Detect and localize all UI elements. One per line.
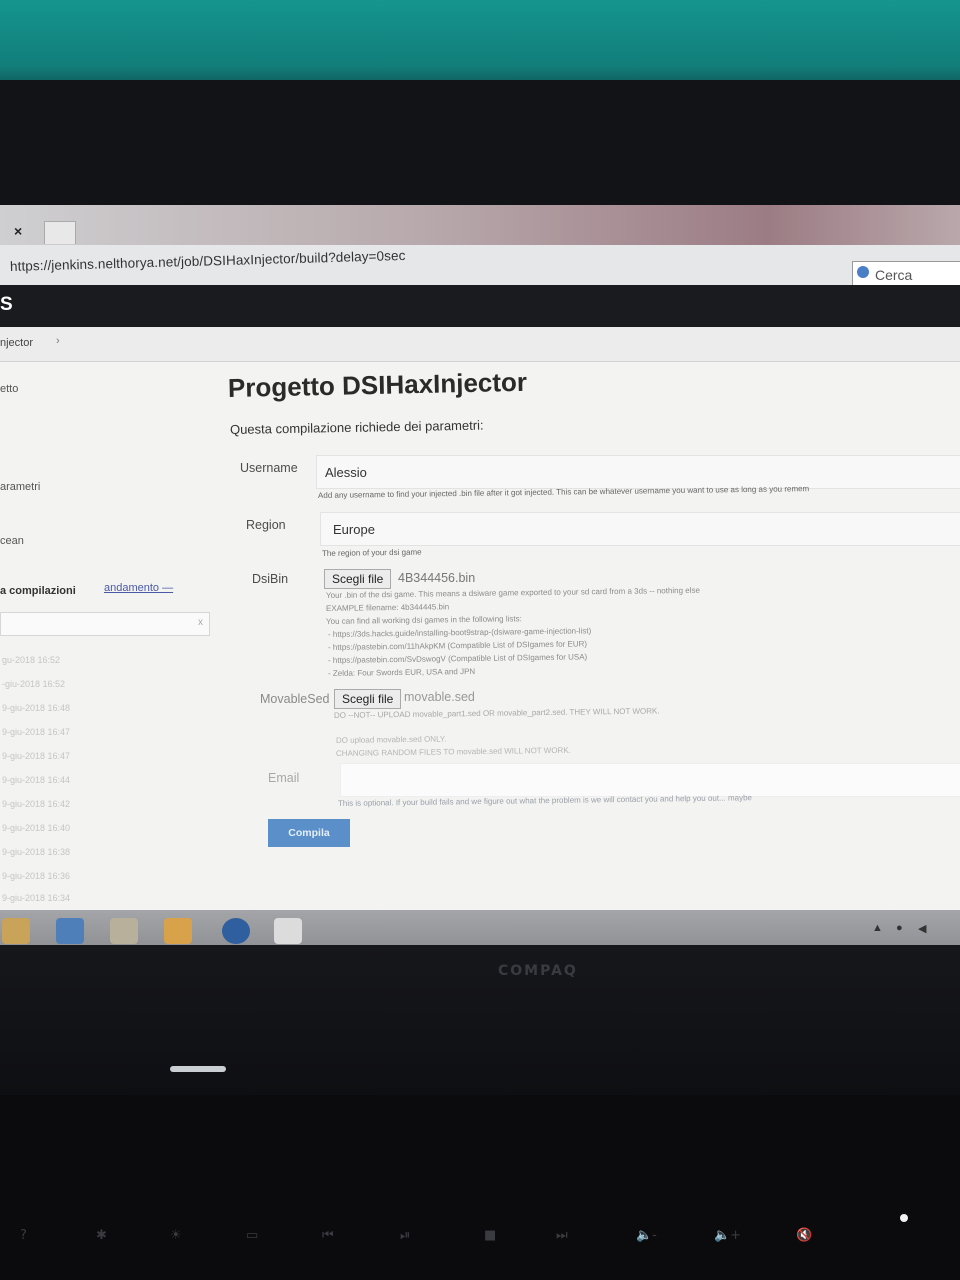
search-placeholder: Cerca (875, 267, 913, 283)
fn-key: ■ (484, 1228, 497, 1243)
dsibin-help-link[interactable]: - https://3ds.hacks.guide/installing-boo… (328, 626, 591, 639)
trend-link[interactable]: andamento — (104, 582, 173, 594)
url-text[interactable]: https://jenkins.nelthorya.net/job/DSIHax… (10, 248, 406, 274)
page-title: Progetto DSIHaxInjector (227, 366, 528, 403)
breadcrumb-arrow-icon[interactable]: › (56, 335, 60, 347)
username-field[interactable]: Alessio (316, 455, 960, 489)
dsibin-help-link[interactable]: - https://pastebin.com/11hAkpKM (Compati… (328, 639, 587, 652)
breadcrumb: njector › (0, 327, 960, 362)
build-history-title: a compilazioni (0, 585, 76, 597)
new-tab-button[interactable] (44, 221, 76, 244)
history-entry[interactable]: 9-giu-2018 16:40 (2, 823, 70, 833)
monitor-bezel-top (0, 80, 960, 220)
movablesed-help-line: CHANGING RANDOM FILES TO movable.sed WIL… (335, 745, 571, 758)
region-select[interactable]: Europe (320, 512, 960, 546)
fn-key: ☀ (170, 1228, 182, 1243)
monitor-bezel-bottom (0, 945, 960, 1095)
tray-antivirus-icon[interactable]: ● (896, 922, 903, 934)
breadcrumb-job[interactable]: njector (0, 337, 33, 349)
movablesed-choose-file-button[interactable]: Scegli file (334, 689, 402, 709)
fn-key: ⏮ (322, 1228, 334, 1243)
media-icon[interactable] (164, 918, 192, 944)
tab-strip: × (0, 205, 960, 245)
dsibin-help-line: EXAMPLE filename: 4b344445.bin (325, 602, 450, 613)
page-subtitle: Questa compilazione richiede dei paramet… (229, 417, 484, 437)
region-description: The region of your dsi game (321, 547, 422, 558)
history-entry[interactable]: 9-giu-2018 16:42 (2, 799, 70, 809)
dsibin-choose-file-button[interactable]: Scegli file (324, 569, 392, 589)
close-icon[interactable]: × (14, 223, 22, 239)
history-entry[interactable]: 9-giu-2018 16:44 (2, 775, 70, 785)
email-label: Email (268, 771, 300, 785)
keyboard-led (900, 1214, 908, 1222)
ie-icon[interactable] (56, 918, 84, 944)
dsibin-help-line: You can find all working dsi games in th… (325, 614, 522, 626)
fn-key: ✱ (96, 1228, 107, 1243)
history-entry[interactable]: gu-2018 16:52 (2, 655, 60, 665)
dsibin-filename: 4B344456.bin (398, 571, 476, 585)
svg-text:COMPAQ: COMPAQ (498, 963, 578, 978)
power-led (170, 1066, 226, 1072)
region-value[interactable]: Europe (333, 522, 375, 537)
region-label: Region (246, 518, 286, 532)
fn-key: 🔇 (796, 1228, 813, 1243)
address-bar[interactable]: https://jenkins.nelthorya.net/job/DSIHax… (0, 245, 960, 286)
history-entry[interactable]: 9-giu-2018 16:48 (2, 703, 70, 713)
dsibin-help-line: - Zelda: Four Swords EUR, USA and JPN (327, 666, 476, 678)
history-entry[interactable]: 9-giu-2018 16:36 (2, 871, 70, 881)
dsibin-label: DsiBin (252, 572, 289, 586)
keyboard (0, 1095, 960, 1280)
jenkins-header: S (0, 285, 960, 327)
screen: × https://jenkins.nelthorya.net/job/DSIH… (0, 205, 960, 945)
movablesed-filename: movable.sed (404, 690, 475, 704)
sidebar-item-clean[interactable]: cean (0, 535, 24, 547)
history-entry[interactable]: 9-giu-2018 16:47 (2, 751, 70, 761)
history-entry[interactable]: 9-giu-2018 16:47 (2, 727, 70, 737)
fn-key: 🔈- (636, 1228, 657, 1243)
jenkins-logo[interactable]: S (0, 294, 13, 316)
history-entry[interactable]: -giu-2018 16:52 (2, 679, 65, 689)
email-field[interactable] (340, 763, 960, 797)
fn-key: ⏯ (400, 1228, 411, 1243)
build-filter-input[interactable]: x (0, 612, 210, 636)
fn-key: ⏭ (556, 1228, 568, 1243)
history-entry[interactable]: 9-giu-2018 16:34 (2, 893, 70, 903)
username-value[interactable]: Alessio (325, 465, 367, 480)
sidebar-item-parameters[interactable]: arametri (0, 481, 40, 493)
taskbar: ▲ ● ◀ (0, 910, 960, 945)
sidebar-item-project[interactable]: etto (0, 383, 18, 395)
brand-logo: COMPAQ (498, 963, 578, 978)
tray-volume-icon[interactable]: ◀ (918, 922, 926, 935)
movablesed-help-line: DO upload movable.sed ONLY. (335, 734, 447, 745)
fn-key: ▭ (246, 1228, 259, 1243)
hp-icon[interactable] (222, 918, 250, 944)
movablesed-label: MovableSed (260, 692, 330, 706)
tray-network-icon[interactable]: ▲ (872, 922, 883, 934)
browser-icon[interactable] (274, 918, 302, 944)
dsibin-help-link[interactable]: - https://pastebin.com/SvDswogV (Compati… (328, 652, 587, 665)
build-button[interactable]: Compila (268, 819, 350, 847)
start-icon[interactable] (2, 918, 30, 944)
fn-key: ? (20, 1228, 27, 1243)
fn-key: 🔈+ (714, 1228, 742, 1243)
history-entry[interactable]: 9-giu-2018 16:38 (2, 847, 70, 857)
search-icon (857, 266, 869, 278)
explorer-icon[interactable] (110, 918, 138, 944)
username-label: Username (240, 461, 298, 475)
clear-filter-icon[interactable]: x (198, 617, 203, 628)
